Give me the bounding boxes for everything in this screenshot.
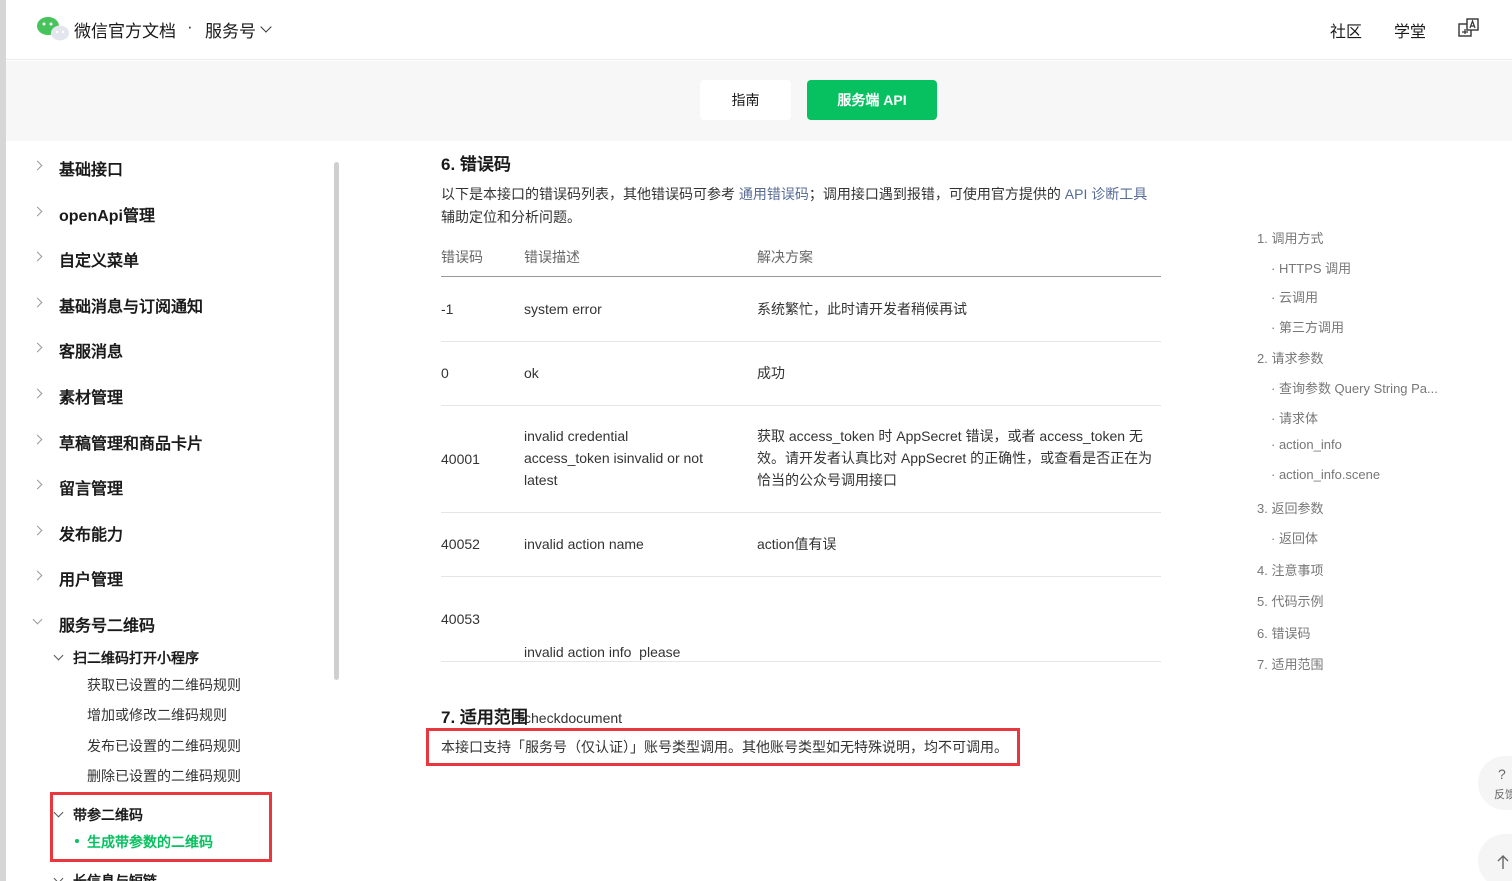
sidebar-item-qrcode[interactable]: 服务号二维码 — [59, 612, 155, 636]
feedback-button[interactable]: ? 反馈 — [1478, 756, 1512, 810]
chevron-down-icon — [260, 21, 272, 33]
table-cell-code: 0 — [441, 365, 449, 381]
toc-item[interactable]: 6. 错误码 — [1257, 623, 1310, 642]
wechat-logo-icon[interactable] — [36, 16, 70, 42]
question-icon: ? — [1498, 766, 1506, 782]
sidebar-item-materials[interactable]: 素材管理 — [59, 384, 123, 408]
error-codes-intro-line2: 辅助定位和分析问题。 — [441, 209, 581, 225]
sidebar-item-users[interactable]: 用户管理 — [59, 566, 123, 590]
sidebar-item-basic-api[interactable]: 基础接口 — [59, 156, 123, 180]
toc-item[interactable]: · 第三方调用 — [1271, 317, 1344, 336]
desc-line: checkdocument — [524, 710, 623, 726]
table-cell-solution: action值有误 — [757, 536, 837, 552]
sidebar-leaf-get-rules[interactable]: 获取已设置的二维码规则 — [87, 675, 241, 695]
table-cell-code: 40053 — [441, 611, 480, 627]
desc-line: access_token isinvalid or not — [524, 450, 703, 466]
toc-item[interactable]: · 云调用 — [1271, 287, 1318, 306]
toc-item[interactable]: · HTTPS 调用 — [1271, 258, 1351, 277]
feedback-label: 反馈 — [1494, 789, 1512, 801]
sidebar-sub-scan-miniprogram[interactable]: 扫二维码打开小程序 — [73, 648, 199, 668]
table-row-divider — [441, 512, 1161, 513]
sidebar-leaf-publish-rules[interactable]: 发布已设置的二维码规则 — [87, 736, 241, 756]
table-cell-code: -1 — [441, 301, 454, 317]
toc-item[interactable]: 4. 注意事项 — [1257, 560, 1323, 579]
sidebar-item-customer-service[interactable]: 客服消息 — [59, 338, 123, 362]
toc-item[interactable]: · action_info — [1271, 437, 1342, 452]
intro-text: 以下是本接口的错误码列表，其他错误码可参考 — [441, 186, 739, 202]
desc-line: invalid action info please — [524, 644, 681, 660]
highlight-box-sidebar — [50, 792, 272, 862]
tab-guide[interactable]: 指南 — [700, 80, 791, 120]
tab-server-api[interactable]: 服务端 API — [807, 80, 937, 120]
section-title-scope: 7. 适用范围 — [441, 708, 528, 727]
table-header-solution: 解决方案 — [757, 249, 813, 265]
translate-icon[interactable] — [1458, 17, 1480, 39]
link-common-error-codes[interactable]: 通用错误码 — [739, 186, 809, 202]
product-label: 服务号 — [205, 22, 256, 41]
sidebar-leaf-delete-rules[interactable]: 删除已设置的二维码规则 — [87, 766, 241, 786]
brand-title[interactable]: 微信官方文档 — [74, 17, 176, 42]
table-cell-desc: invalid action name — [524, 536, 644, 552]
back-to-top-button[interactable] — [1478, 834, 1512, 881]
sidebar-leaf-add-rules[interactable]: 增加或修改二维码规则 — [87, 705, 227, 725]
table-cell-solution: 获取 access_token 时 AppSecret 错误，或者 access… — [757, 425, 1161, 491]
arrow-up-icon — [1497, 855, 1509, 869]
table-header-desc: 错误描述 — [524, 249, 580, 265]
section-title-error-codes: 6. 错误码 — [441, 155, 511, 174]
table-cell-solution: 系统繁忙，此时请开发者稍候再试 — [757, 301, 967, 317]
toc-item[interactable]: 7. 适用范围 — [1257, 654, 1323, 673]
toc-item[interactable]: · action_info.scene — [1271, 467, 1380, 482]
sidebar-item-comments[interactable]: 留言管理 — [59, 475, 123, 499]
solution-line: 获取 access_token 时 AppSecret 错误，或者 access… — [757, 428, 1143, 444]
toc-item[interactable]: 5. 代码示例 — [1257, 591, 1323, 610]
table-cell-desc: invalid credential access_token isinvali… — [524, 425, 744, 491]
toc-item[interactable]: 3. 返回参数 — [1257, 498, 1323, 517]
product-switcher[interactable]: 服务号 — [205, 17, 272, 42]
toc-item[interactable]: · 查询参数 Query String Pa... — [1271, 378, 1438, 397]
nav-academy[interactable]: 学堂 — [1394, 18, 1426, 42]
table-cell-desc: ok — [524, 365, 539, 381]
toc-item[interactable]: 2. 请求参数 — [1257, 348, 1323, 367]
solution-line: 效。请开发者认真比对 AppSecret 的正确性，或查看是否正在为 — [757, 450, 1153, 466]
table-header-code: 错误码 — [441, 249, 483, 265]
doc-tabs-bar: 指南 服务端 API — [6, 61, 1512, 141]
solution-line: 恰当的公众号调用接口 — [757, 472, 897, 488]
table-header-divider — [441, 276, 1161, 277]
table-cell-code: 40052 — [441, 536, 480, 552]
intro-text: ；调用接口遇到报错，可使用官方提供的 — [808, 186, 1065, 202]
toc-item[interactable]: · 请求体 — [1271, 408, 1318, 427]
sidebar-item-openapi[interactable]: openApi管理 — [59, 202, 155, 226]
top-header: 微信官方文档 · 服务号 社区 学堂 — [6, 0, 1512, 60]
table-cell-desc: system error — [524, 301, 602, 317]
desc-line: latest — [524, 472, 558, 488]
sidebar-item-drafts[interactable]: 草稿管理和商品卡片 — [59, 430, 203, 454]
table-row-divider — [441, 576, 1161, 577]
table-cell-code: 40001 — [441, 451, 480, 467]
table-cell-solution: 成功 — [757, 365, 785, 381]
nav-community[interactable]: 社区 — [1330, 18, 1362, 42]
sidebar-item-publish[interactable]: 发布能力 — [59, 521, 123, 545]
table-row-divider — [441, 341, 1161, 342]
desc-line: invalid credential — [524, 428, 629, 444]
sidebar-scrollbar[interactable] — [334, 162, 339, 680]
toc-item[interactable]: 1. 调用方式 — [1257, 228, 1323, 247]
table-row-divider — [441, 661, 1161, 662]
highlight-box-scope — [426, 728, 1020, 766]
sidebar-sub-short-links[interactable]: 长信息与短链 — [73, 871, 157, 881]
brand-separator: · — [187, 17, 193, 36]
toc-item[interactable]: · 返回体 — [1271, 528, 1318, 547]
sidebar-item-messages[interactable]: 基础消息与订阅通知 — [59, 293, 203, 317]
sidebar-item-custom-menu[interactable]: 自定义菜单 — [59, 247, 139, 271]
table-row-divider — [441, 405, 1161, 406]
error-codes-intro: 以下是本接口的错误码列表，其他错误码可参考 通用错误码；调用接口遇到报错，可使用… — [441, 183, 1201, 205]
link-api-diagnostic-tool[interactable]: API 诊断工具 — [1065, 186, 1147, 202]
